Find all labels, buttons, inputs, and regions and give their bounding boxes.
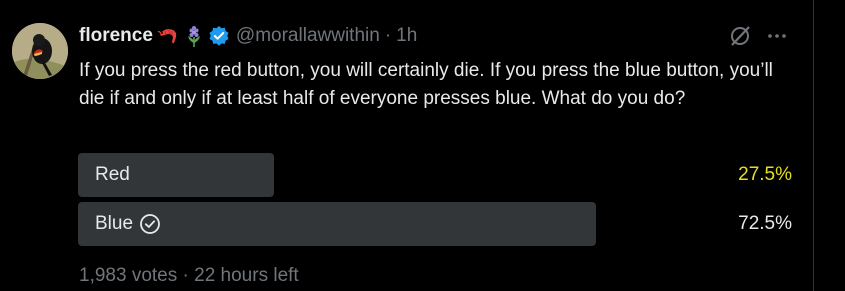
poll-option-label: Blue — [95, 202, 161, 246]
tweet-text: If you press the red button, you will ce… — [79, 60, 773, 109]
time-left: 22 hours left — [194, 265, 299, 286]
more-icon[interactable] — [766, 25, 788, 47]
verified-badge-icon[interactable] — [208, 25, 230, 47]
vote-count: 1,983 votes — [79, 265, 178, 286]
column-divider — [813, 0, 845, 291]
poll-option-text: Red — [95, 164, 130, 185]
poll-option-red[interactable]: Red 27.5% — [78, 153, 792, 197]
timestamp[interactable]: 1h — [396, 25, 417, 47]
poll: Red 27.5% Blue 72.5% — [78, 153, 792, 251]
check-circle-icon — [140, 214, 160, 234]
poll-option-blue[interactable]: Blue 72.5% — [78, 202, 792, 246]
shrimp-emoji-icon — [157, 29, 177, 44]
footer-separator: · — [182, 265, 189, 286]
poll-option-text: Blue — [95, 213, 134, 234]
poll-option-percent: 72.5% — [738, 213, 792, 234]
dot-separator: · — [384, 25, 392, 46]
poll-option-percent: 27.5% — [738, 164, 792, 185]
avatar[interactable] — [12, 23, 68, 79]
hyacinth-emoji-icon — [187, 26, 200, 47]
poll-footer: 1,983 votes · 22 hours left — [79, 265, 299, 287]
avatar-image — [12, 23, 68, 79]
author-handle[interactable]: @morallawwithin — [236, 25, 380, 47]
tweet-header: florence @morallawwithin · 1h — [79, 24, 417, 48]
grok-icon[interactable] — [728, 24, 752, 48]
tweet[interactable]: florence @morallawwithin · 1h If you pre… — [0, 0, 813, 291]
poll-option-label: Red — [95, 153, 130, 197]
tweet-actions — [728, 24, 788, 48]
author-name[interactable]: florence — [79, 25, 153, 47]
